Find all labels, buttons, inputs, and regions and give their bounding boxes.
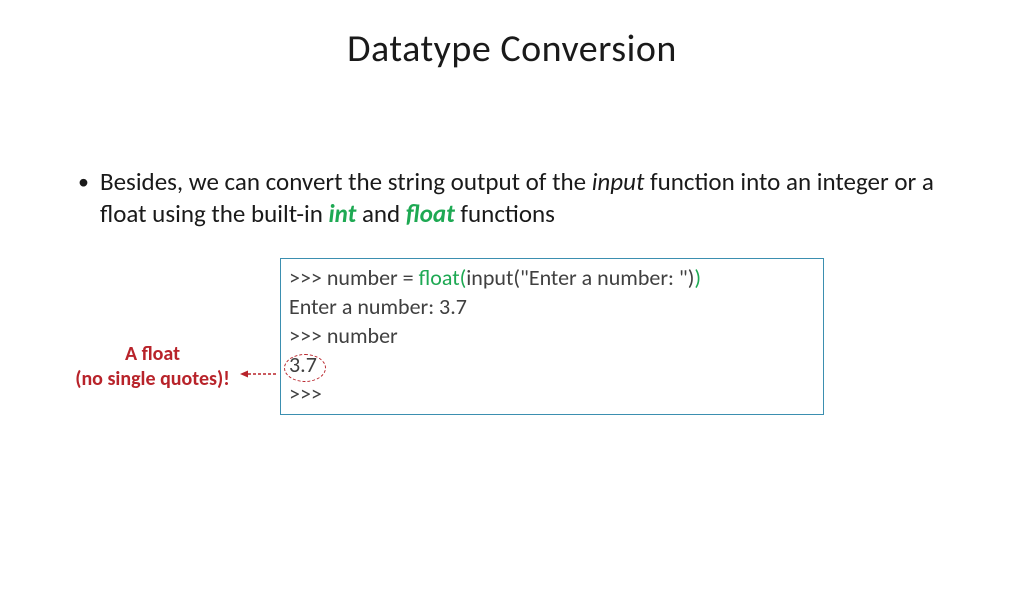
bullet-text-and: and — [356, 198, 406, 229]
code-l1-prompt: >>> number = — [289, 264, 419, 291]
code-line-5: >>> — [289, 379, 815, 408]
code-line-2: Enter a number: 3.7 — [289, 292, 815, 321]
code-l1-input-call: input("Enter a number: ") — [466, 264, 694, 291]
code-l1-float-open: float( — [419, 264, 467, 291]
code-line-4: 3.7 — [289, 350, 815, 379]
slide-title: Datatype Conversion — [0, 26, 1024, 72]
code-l1-float-close: ) — [694, 264, 701, 291]
callout-text: A float (no single quotes)! — [60, 342, 245, 392]
bullet-text-pre: Besides, we can convert the string outpu… — [100, 166, 592, 197]
bullet-dot-icon: • — [78, 168, 89, 196]
callout-line-2: (no single quotes)! — [60, 367, 245, 392]
callout-line-1: A float — [60, 342, 245, 367]
code-box: >>> number = float(input("Enter a number… — [280, 258, 824, 415]
bullet-word-input: input — [592, 166, 645, 197]
bullet-keyword-int: int — [329, 198, 357, 229]
bullet-text: Besides, we can convert the string outpu… — [100, 166, 958, 230]
bullet-item: • Besides, we can convert the string out… — [78, 166, 958, 230]
code-line-1: >>> number = float(input("Enter a number… — [289, 263, 815, 292]
callout-arrow-icon — [240, 369, 276, 379]
bullet-keyword-float: float — [406, 198, 455, 229]
bullet-text-post: functions — [455, 198, 555, 229]
code-line-3: >>> number — [289, 321, 815, 350]
